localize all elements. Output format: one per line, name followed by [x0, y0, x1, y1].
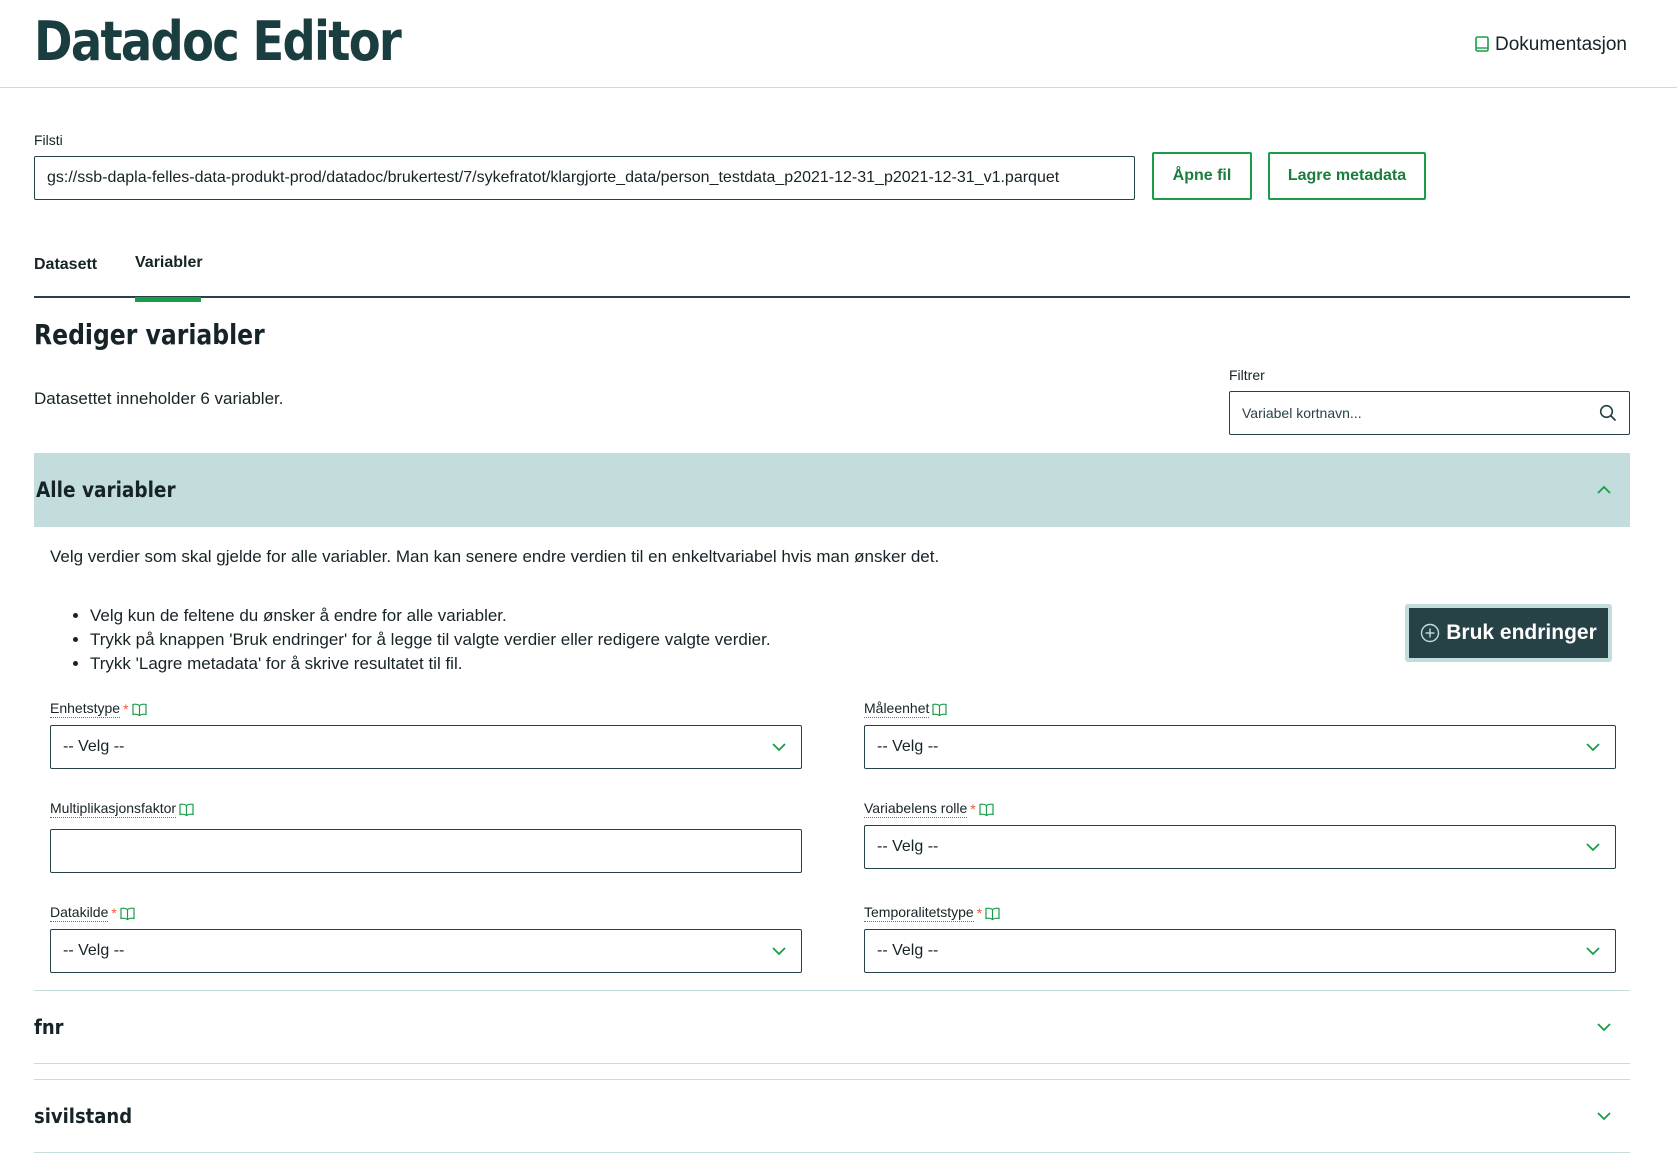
apply-changes-button[interactable]: Bruk endringer [1405, 604, 1612, 662]
app-title: Datadoc Editor [34, 10, 402, 73]
datakilde-label: Datakilde * [50, 904, 135, 922]
open-file-button[interactable]: Åpne fil [1152, 152, 1252, 200]
variabelens-rolle-select[interactable]: -- Velg -- [864, 825, 1616, 869]
info-book-icon[interactable] [985, 907, 1000, 920]
variabelens-rolle-label: Variabelens rolle * [864, 800, 994, 818]
enhetstype-label-text: Enhetstype [50, 700, 121, 718]
book-icon [1475, 36, 1489, 52]
documentation-link-label: Dokumentasjon [1494, 34, 1627, 55]
plus-circle-icon [1421, 623, 1440, 643]
tab-variabler[interactable]: Variabler [135, 254, 203, 302]
datakilde-select[interactable]: -- Velg -- [50, 929, 802, 973]
chevron-down-icon [1586, 743, 1600, 752]
required-marker: * [976, 905, 983, 921]
maaleenhet-label: Måleenhet [864, 700, 947, 718]
documentation-link[interactable]: Dokumentasjon [1475, 34, 1627, 56]
info-book-icon[interactable] [131, 703, 147, 716]
variable-count-text: Datasettet inneholder 6 variabler. [34, 389, 284, 408]
variabelens-rolle-select-value: -- Velg -- [877, 838, 939, 855]
chevron-up-icon [1597, 485, 1611, 494]
filepath-label: Filsti [34, 132, 63, 148]
info-book-icon[interactable] [979, 803, 994, 816]
chevron-down-icon [1597, 1023, 1611, 1032]
all-variables-description: Velg verdier som skal gjelde for alle va… [50, 547, 940, 566]
chevron-down-icon [1586, 947, 1600, 956]
temporalitetstype-label: Temporalitetstype * [864, 904, 1000, 922]
required-marker: * [111, 905, 117, 921]
variable-name: sivilstand [34, 1104, 133, 1128]
info-book-icon[interactable] [120, 907, 135, 920]
variable-accordion-fnr[interactable]: fnr [34, 990, 1630, 1064]
temporalitetstype-label-text: Temporalitetstype [864, 904, 974, 922]
enhetstype-select-value: -- Velg -- [63, 738, 125, 755]
multiplikasjonsfaktor-label-text: Multiplikasjonsfaktor [50, 800, 177, 818]
filepath-input[interactable] [34, 156, 1135, 200]
active-tab-indicator [135, 297, 201, 302]
required-marker: * [123, 701, 129, 717]
variable-accordion-sivilstand[interactable]: sivilstand [34, 1079, 1630, 1153]
variable-name: fnr [34, 1015, 64, 1039]
list-item: Velg kun de feltene du ønsker å endre fo… [90, 604, 771, 628]
maaleenhet-select-value: -- Velg -- [877, 738, 939, 755]
tab-datasett[interactable]: Datasett [34, 256, 97, 286]
page-title: Rediger variabler [34, 318, 265, 351]
tab-bar: Datasett Variabler [34, 250, 1630, 302]
maaleenhet-label-text: Måleenhet [864, 700, 930, 718]
tab-datasett-label: Datasett [34, 256, 98, 273]
filter-input[interactable] [1242, 405, 1599, 421]
chevron-down-icon [772, 743, 786, 752]
required-marker: * [970, 801, 976, 817]
search-icon[interactable] [1599, 404, 1617, 422]
app-header: Datadoc Editor Dokumentasjon [0, 0, 1677, 88]
info-book-icon[interactable] [932, 703, 947, 716]
datakilde-label-text: Datakilde [50, 904, 109, 922]
chevron-down-icon [1586, 843, 1600, 852]
all-variables-accordion-header[interactable]: Alle variabler [34, 453, 1630, 527]
instruction-list: Velg kun de feltene du ønsker å endre fo… [90, 604, 771, 676]
multiplikasjonsfaktor-input[interactable] [50, 829, 802, 873]
save-metadata-button[interactable]: Lagre metadata [1268, 152, 1426, 200]
datakilde-select-value: -- Velg -- [63, 942, 125, 959]
enhetstype-label: Enhetstype * [50, 700, 147, 718]
enhetstype-select[interactable]: -- Velg -- [50, 725, 802, 769]
variabelens-rolle-label-text: Variabelens rolle [864, 800, 968, 818]
filter-label: Filtrer [1229, 367, 1265, 383]
all-variables-title: Alle variabler [36, 478, 176, 502]
tab-variabler-label: Variabler [135, 254, 203, 271]
temporalitetstype-select[interactable]: -- Velg -- [864, 929, 1616, 973]
chevron-down-icon [772, 947, 786, 956]
list-item: Trykk på knappen 'Bruk endringer' for å … [90, 628, 771, 652]
apply-changes-label: Bruk endringer [1446, 621, 1597, 644]
info-book-icon[interactable] [179, 803, 194, 816]
multiplikasjonsfaktor-label: Multiplikasjonsfaktor [50, 800, 194, 818]
maaleenhet-select[interactable]: -- Velg -- [864, 725, 1616, 769]
filter-field[interactable] [1229, 391, 1630, 435]
temporalitetstype-select-value: -- Velg -- [877, 942, 939, 959]
chevron-down-icon [1597, 1112, 1611, 1121]
list-item: Trykk 'Lagre metadata' for å skrive resu… [90, 652, 771, 676]
